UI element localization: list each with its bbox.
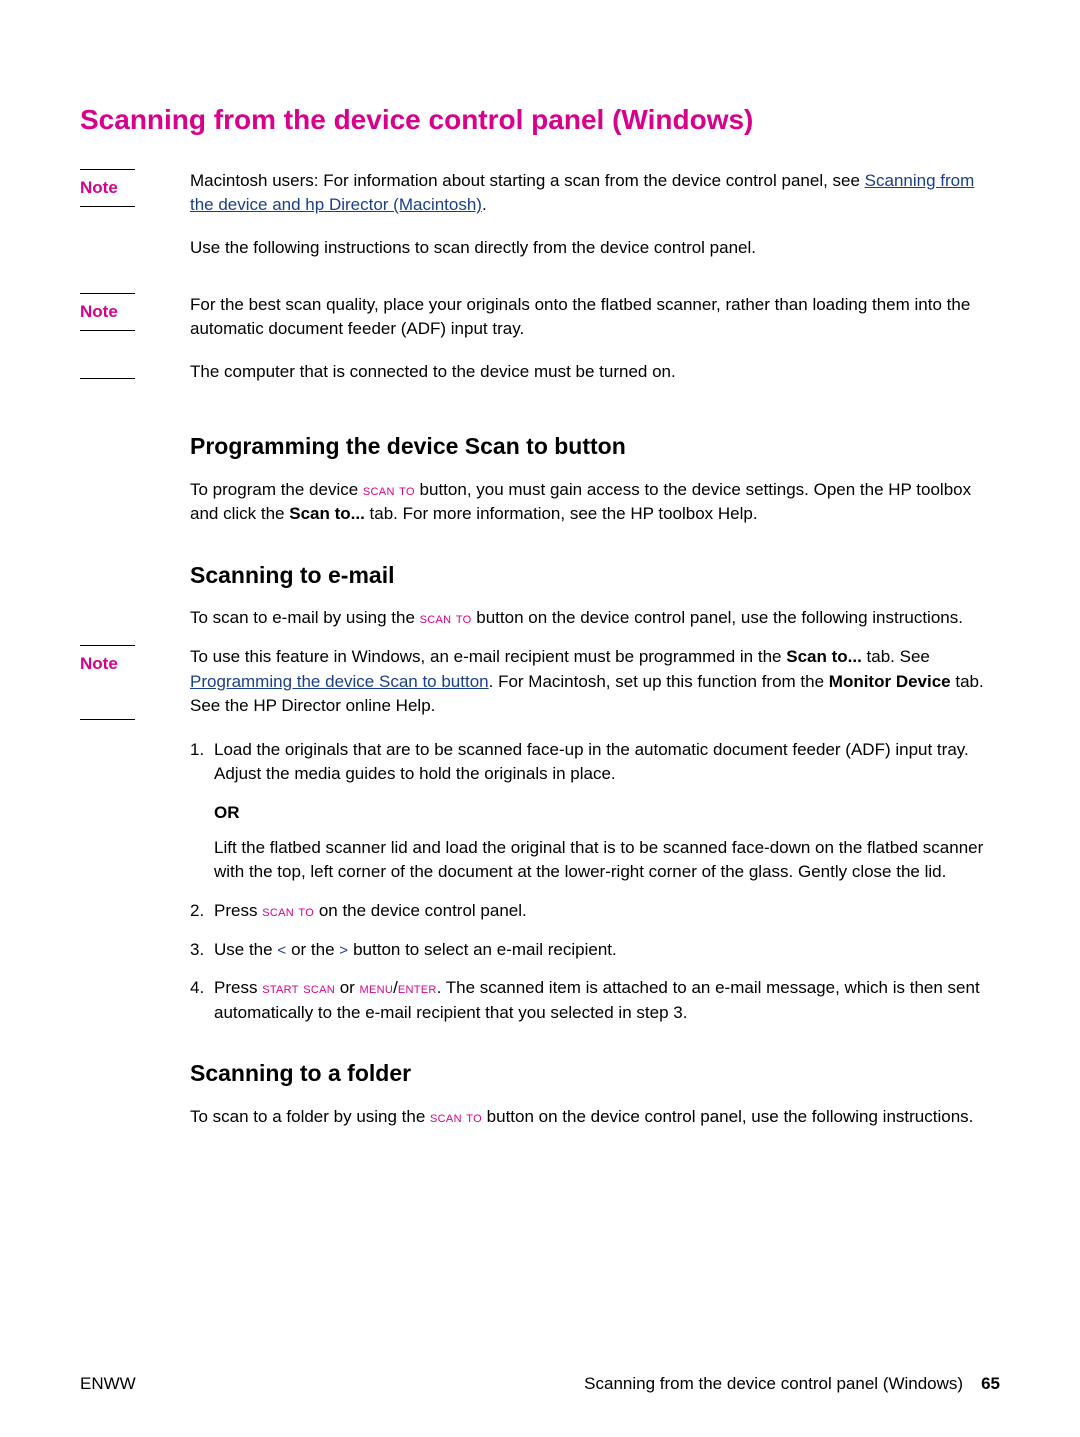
footer-right: Scanning from the device control panel (… <box>584 1372 1000 1397</box>
step-1b: Lift the flatbed scanner lid and load th… <box>214 836 1000 885</box>
start-scan-button-ref: start scan <box>262 980 335 997</box>
step-2: Press scan to on the device control pane… <box>190 899 1000 924</box>
note-label: Note <box>80 300 190 325</box>
note-label-col: Note <box>80 293 190 342</box>
heading-programming: Programming the device Scan to button <box>190 430 1000 463</box>
note-rule <box>80 719 135 720</box>
note-block-2: Note For the best scan quality, place yo… <box>80 293 1000 342</box>
note-text: Macintosh users: For information about s… <box>190 171 865 190</box>
section-programming: Programming the device Scan to button To… <box>190 430 1000 527</box>
greater-than-button-ref: > <box>339 942 348 959</box>
scan-to-button-ref: scan to <box>363 482 415 499</box>
section1-para: To program the device scan to button, yo… <box>190 478 1000 527</box>
body-row: The computer that is connected to the de… <box>80 360 1000 399</box>
note-rule <box>80 378 135 379</box>
body-row: Use the following instructions to scan d… <box>80 236 1000 275</box>
note-content: To use this feature in Windows, an e-mai… <box>190 645 1000 720</box>
note-label-col: Note <box>80 645 190 720</box>
footer-left: ENWW <box>80 1372 136 1397</box>
page-title: Scanning from the device control panel (… <box>80 100 1000 141</box>
heading-scan-email: Scanning to e-mail <box>190 559 1000 592</box>
note-label: Note <box>80 176 190 201</box>
note-text-after: . <box>482 195 487 214</box>
note-content: For the best scan quality, place your or… <box>190 293 1000 342</box>
step-1: Load the originals that are to be scanne… <box>190 738 1000 885</box>
section-scan-email: Scanning to e-mail To scan to e-mail by … <box>190 559 1000 631</box>
section3-para: To scan to a folder by using the scan to… <box>190 1105 1000 1130</box>
step-or: OR <box>214 801 1000 826</box>
note-rule <box>80 330 135 331</box>
note-block-1: Note Macintosh users: For information ab… <box>80 169 1000 218</box>
step-1a: Load the originals that are to be scanne… <box>214 738 1000 787</box>
scan-to-button-ref: scan to <box>430 1109 482 1126</box>
page-footer: ENWW Scanning from the device control pa… <box>80 1372 1000 1397</box>
note-content: Macintosh users: For information about s… <box>190 169 1000 218</box>
step-3: Use the < or the > button to select an e… <box>190 938 1000 963</box>
link-programming-scan-to[interactable]: Programming the device Scan to button <box>190 672 489 691</box>
page-number: 65 <box>981 1372 1000 1397</box>
spacer <box>80 360 190 399</box>
spacer <box>80 236 190 275</box>
menu-button-ref: menu <box>360 980 394 997</box>
enter-button-ref: enter <box>398 980 437 997</box>
step-4: Press start scan or menu/enter. The scan… <box>190 976 1000 1025</box>
footer-section-title: Scanning from the device control panel (… <box>584 1372 963 1397</box>
scan-to-button-ref: scan to <box>262 903 314 920</box>
note-label-col: Note <box>80 169 190 218</box>
note-rule <box>80 206 135 207</box>
section-scan-folder: Scanning to a folder To scan to a folder… <box>190 1057 1000 1129</box>
section2-para: To scan to e-mail by using the scan to b… <box>190 606 1000 631</box>
steps-list: Load the originals that are to be scanne… <box>190 738 1000 1026</box>
note-rule <box>80 645 135 646</box>
note-rule <box>80 169 135 170</box>
scan-to-button-ref: scan to <box>420 610 472 627</box>
note-block-3: Note To use this feature in Windows, an … <box>80 645 1000 720</box>
heading-scan-folder: Scanning to a folder <box>190 1057 1000 1090</box>
intro-paragraph: Use the following instructions to scan d… <box>190 236 1000 261</box>
page-content: Scanning from the device control panel (… <box>0 0 1080 1183</box>
note-label: Note <box>80 652 190 677</box>
after-note2-para: The computer that is connected to the de… <box>190 360 1000 385</box>
note-rule <box>80 293 135 294</box>
